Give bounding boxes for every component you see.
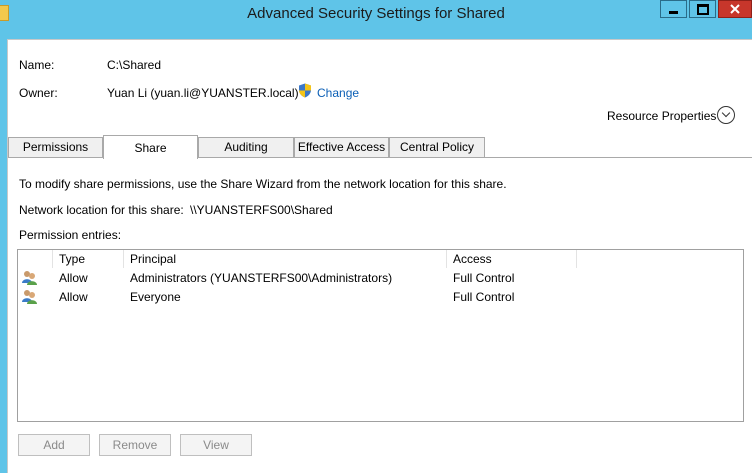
- permission-entries-list[interactable]: Type Principal Access Allow Administrato…: [17, 249, 744, 422]
- row-principal: Everyone: [130, 290, 181, 304]
- row-type: Allow: [59, 290, 88, 304]
- change-owner-link[interactable]: Change: [317, 86, 359, 100]
- chevron-down-icon[interactable]: [717, 106, 735, 124]
- close-button[interactable]: [718, 0, 752, 18]
- column-header-access[interactable]: Access: [447, 250, 577, 268]
- column-header-type[interactable]: Type: [53, 250, 124, 268]
- tab-share[interactable]: Share: [103, 135, 198, 159]
- network-location-label: Network location for this share:: [19, 203, 184, 217]
- minimize-icon: [669, 10, 678, 14]
- row-type: Allow: [59, 271, 88, 285]
- column-header-icon[interactable]: [18, 250, 53, 268]
- name-value: C:\Shared: [107, 58, 162, 72]
- row-access: Full Control: [453, 271, 515, 285]
- table-row[interactable]: Allow Everyone Full Control: [18, 288, 743, 307]
- close-icon: [730, 4, 740, 14]
- tab-effective-access[interactable]: Effective Access: [294, 137, 389, 157]
- tab-central-policy[interactable]: Central Policy: [389, 137, 485, 157]
- users-icon: [22, 290, 37, 304]
- share-info-text: To modify share permissions, use the Sha…: [19, 177, 507, 191]
- window-title: Advanced Security Settings for Shared: [247, 5, 505, 22]
- maximize-icon: [696, 3, 709, 15]
- owner-value: Yuan Li (yuan.li@YUANSTER.local): [107, 86, 299, 100]
- add-button[interactable]: Add: [18, 434, 90, 456]
- remove-button[interactable]: Remove: [99, 434, 171, 456]
- row-principal: Administrators (YUANSTERFS00\Administrat…: [130, 271, 393, 285]
- advanced-security-settings-window: Advanced Security Settings for Shared Na…: [0, 0, 752, 473]
- uac-shield-icon: [299, 83, 311, 98]
- name-label: Name:: [19, 58, 55, 72]
- column-header-principal[interactable]: Principal: [124, 250, 447, 268]
- title-bar[interactable]: Advanced Security Settings for Shared: [0, 0, 752, 28]
- row-access: Full Control: [453, 290, 515, 304]
- dialog-content: Name: C:\Shared Owner: Yuan Li (yuan.li@…: [7, 39, 752, 473]
- users-icon: [22, 271, 37, 285]
- view-button[interactable]: View: [180, 434, 252, 456]
- network-location-value: \\YUANSTERFS00\Shared: [190, 203, 333, 217]
- owner-label: Owner:: [19, 86, 58, 100]
- tab-permissions[interactable]: Permissions: [8, 137, 103, 157]
- maximize-button[interactable]: [689, 0, 716, 18]
- minimize-button[interactable]: [660, 0, 687, 18]
- resource-properties-label[interactable]: Resource Properties: [607, 109, 716, 123]
- table-row[interactable]: Allow Administrators (YUANSTERFS00\Admin…: [18, 269, 743, 288]
- tab-auditing[interactable]: Auditing: [198, 137, 294, 157]
- permission-entries-label: Permission entries:: [19, 228, 122, 242]
